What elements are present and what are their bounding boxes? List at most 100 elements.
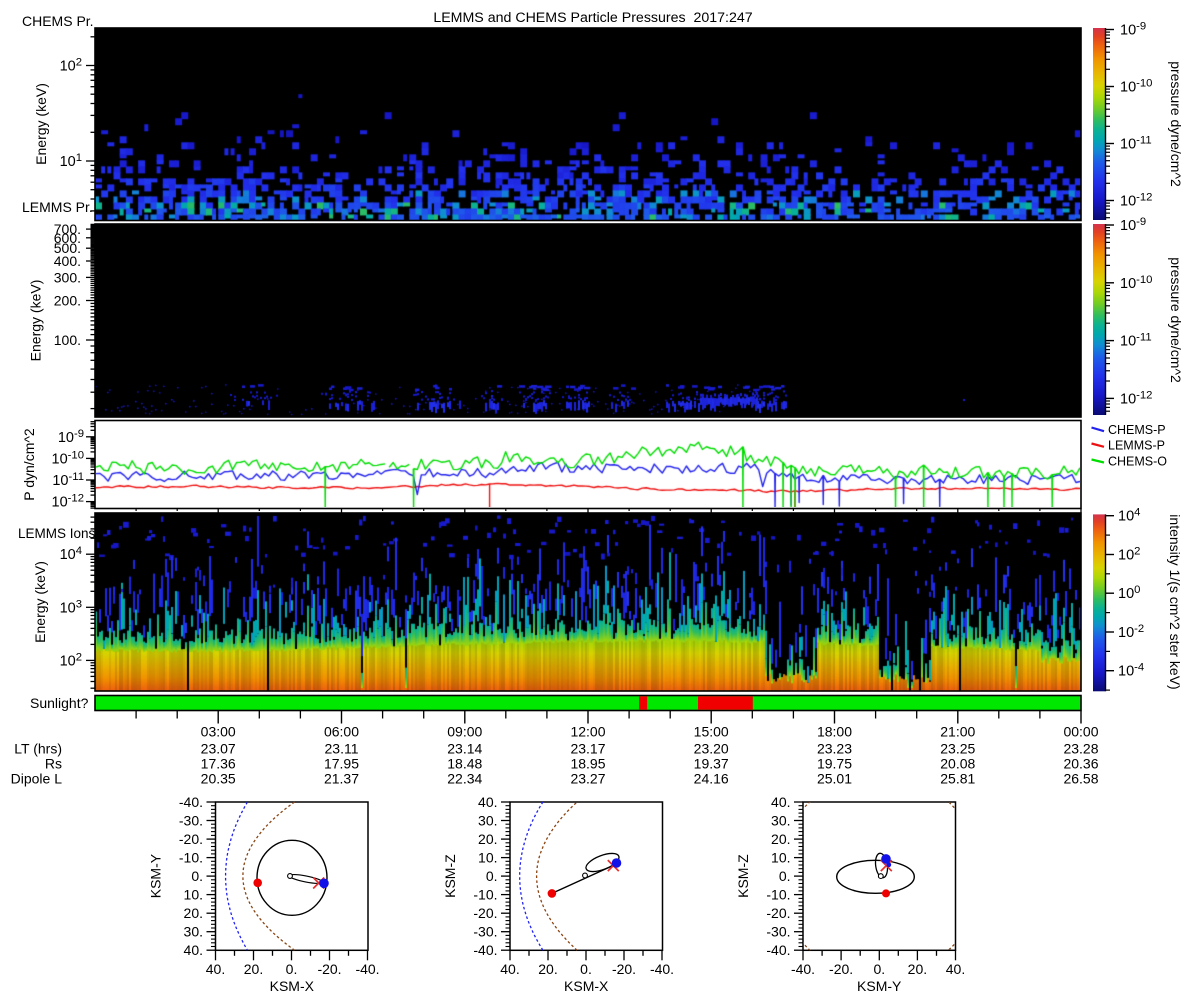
svg-text:CHEMS Pr.: CHEMS Pr. — [22, 13, 94, 29]
svg-text:KSM-Z: KSM-Z — [442, 854, 458, 898]
svg-text:21:00: 21:00 — [940, 724, 975, 740]
svg-text:10-9: 10-9 — [58, 428, 84, 446]
svg-text:19.37: 19.37 — [694, 756, 729, 772]
svg-text:101: 101 — [60, 152, 82, 170]
svg-text:23.25: 23.25 — [940, 741, 975, 757]
svg-text:23.23: 23.23 — [817, 741, 852, 757]
svg-text:23.17: 23.17 — [570, 741, 605, 757]
svg-text:21.37: 21.37 — [324, 771, 359, 787]
svg-text:-30.: -30. — [473, 924, 497, 940]
svg-text:0.: 0. — [486, 868, 498, 884]
svg-text:10-11: 10-11 — [1120, 332, 1152, 350]
svg-text:-30.: -30. — [179, 813, 203, 829]
svg-text:100.: 100. — [54, 332, 81, 348]
svg-text:30.: 30. — [478, 813, 497, 829]
svg-text:CHEMS-O: CHEMS-O — [1108, 455, 1167, 469]
svg-text:-20.: -20. — [179, 831, 203, 847]
svg-text:30.: 30. — [184, 924, 203, 940]
svg-text:10.: 10. — [771, 850, 790, 866]
svg-text:26.58: 26.58 — [1063, 771, 1098, 787]
svg-text:40.: 40. — [206, 961, 225, 977]
svg-text:25.81: 25.81 — [940, 771, 975, 787]
svg-text:-40.: -40. — [179, 794, 203, 810]
svg-text:10-11: 10-11 — [1120, 135, 1152, 153]
svg-text:40.: 40. — [771, 794, 790, 810]
svg-text:20.35: 20.35 — [201, 771, 236, 787]
svg-text:-20.: -20. — [612, 961, 636, 977]
svg-text:-40.: -40. — [766, 942, 790, 958]
svg-text:20.08: 20.08 — [940, 756, 975, 772]
svg-text:17.36: 17.36 — [201, 756, 236, 772]
svg-text:17.95: 17.95 — [324, 756, 359, 772]
svg-text:10-10: 10-10 — [1120, 274, 1152, 292]
svg-text:-20.: -20. — [829, 961, 853, 977]
svg-text:pressure dyne/cm^2: pressure dyne/cm^2 — [1168, 61, 1184, 187]
svg-text:40.: 40. — [946, 961, 965, 977]
svg-text:0.: 0. — [191, 868, 203, 884]
svg-text:0.: 0. — [873, 961, 885, 977]
svg-text:10-11: 10-11 — [52, 471, 84, 489]
svg-text:10-12: 10-12 — [1120, 389, 1152, 407]
svg-text:03:00: 03:00 — [201, 724, 236, 740]
svg-text:102: 102 — [60, 651, 82, 669]
svg-text:-40.: -40. — [791, 961, 815, 977]
svg-text:103: 103 — [60, 598, 82, 616]
svg-text:-10.: -10. — [766, 887, 790, 903]
svg-text:40.: 40. — [478, 794, 497, 810]
svg-text:09:00: 09:00 — [447, 724, 482, 740]
svg-text:10-9: 10-9 — [1120, 21, 1146, 39]
svg-text:KSM-Z: KSM-Z — [735, 854, 751, 898]
svg-text:20.: 20. — [244, 961, 263, 977]
svg-text:20.36: 20.36 — [1063, 756, 1098, 772]
svg-text:Energy (keV): Energy (keV) — [28, 280, 44, 362]
svg-text:LT (hrs): LT (hrs) — [14, 741, 62, 757]
svg-text:12:00: 12:00 — [570, 724, 605, 740]
svg-text:0.: 0. — [286, 961, 298, 977]
svg-text:10-10: 10-10 — [1120, 78, 1152, 96]
svg-text:102: 102 — [60, 57, 82, 75]
svg-text:0.: 0. — [779, 868, 791, 884]
svg-text:CHEMS-P: CHEMS-P — [1108, 423, 1166, 437]
svg-text:Sunlight?: Sunlight? — [30, 695, 89, 711]
svg-text:18.95: 18.95 — [570, 756, 605, 772]
svg-text:-20.: -20. — [473, 905, 497, 921]
svg-text:-40.: -40. — [650, 961, 674, 977]
svg-text:-30.: -30. — [766, 924, 790, 940]
svg-text:700.: 700. — [54, 221, 81, 237]
svg-text:KSM-X: KSM-X — [564, 978, 609, 994]
svg-text:-40.: -40. — [473, 942, 497, 958]
svg-text:-40.: -40. — [355, 961, 379, 977]
svg-text:10-4: 10-4 — [1118, 662, 1144, 680]
svg-text:10-9: 10-9 — [1120, 216, 1146, 234]
svg-text:22.34: 22.34 — [447, 771, 482, 787]
svg-text:25.01: 25.01 — [817, 771, 852, 787]
svg-text:KSM-Y: KSM-Y — [148, 853, 164, 898]
svg-text:104: 104 — [60, 545, 82, 563]
svg-text:LEMMS and CHEMS Particle Press: LEMMS and CHEMS Particle Pressures 2017:… — [433, 10, 752, 26]
svg-text:Energy (keV): Energy (keV) — [32, 561, 48, 643]
svg-text:0.: 0. — [580, 961, 592, 977]
svg-text:-10.: -10. — [473, 887, 497, 903]
svg-text:KSM-X: KSM-X — [270, 978, 315, 994]
svg-text:LEMMS Pr.: LEMMS Pr. — [22, 199, 93, 215]
svg-text:20.: 20. — [184, 905, 203, 921]
svg-text:intensity 1/(s cm^2 ster keV): intensity 1/(s cm^2 ster keV) — [1167, 514, 1183, 689]
svg-text:30.: 30. — [771, 813, 790, 829]
svg-text:20.: 20. — [538, 961, 557, 977]
svg-text:10-12: 10-12 — [52, 493, 84, 511]
svg-text:100: 100 — [1118, 584, 1140, 602]
svg-text:23.20: 23.20 — [694, 741, 729, 757]
svg-text:-20.: -20. — [317, 961, 341, 977]
svg-text:200.: 200. — [54, 293, 81, 309]
svg-text:23.28: 23.28 — [1063, 741, 1098, 757]
svg-text:104: 104 — [1118, 507, 1140, 525]
svg-text:20.: 20. — [908, 961, 927, 977]
svg-text:LEMMS-P: LEMMS-P — [1108, 439, 1165, 453]
svg-text:-10.: -10. — [179, 850, 203, 866]
svg-text:10.: 10. — [184, 887, 203, 903]
svg-text:10-2: 10-2 — [1118, 623, 1144, 641]
svg-text:Energy (keV): Energy (keV) — [33, 83, 49, 165]
svg-text:10-12: 10-12 — [1120, 192, 1152, 210]
svg-text:23.07: 23.07 — [201, 741, 236, 757]
svg-text:40.: 40. — [184, 942, 203, 958]
